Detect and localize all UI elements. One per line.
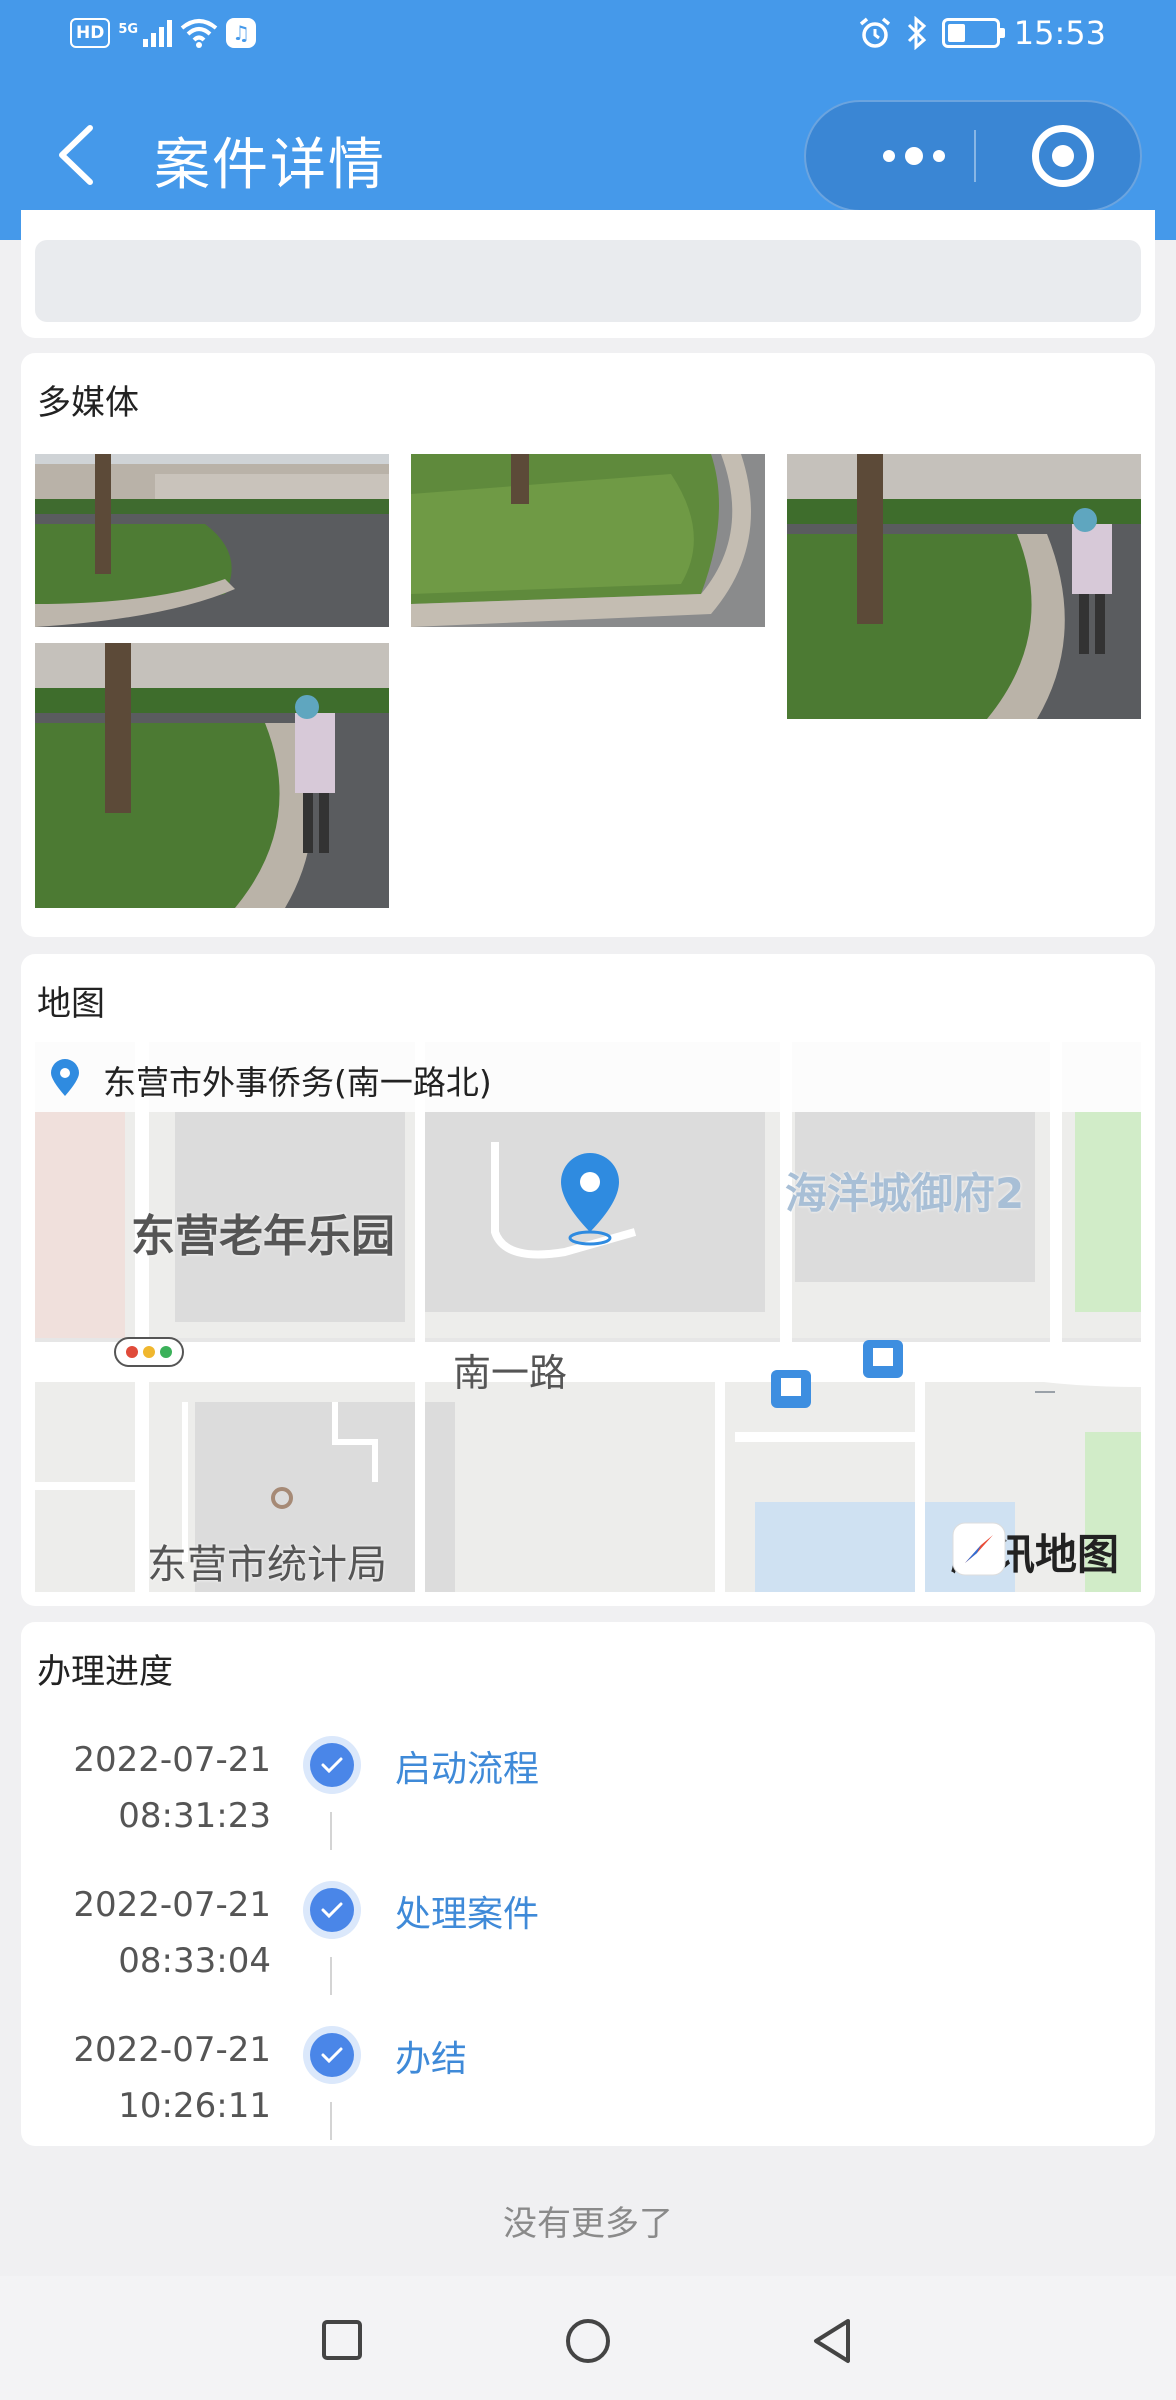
step-time: 08:31:23: [118, 1796, 271, 1836]
media-card: 多媒体: [21, 353, 1155, 937]
battery-icon: [941, 18, 1005, 48]
media-photo-4[interactable]: [35, 643, 389, 908]
progress-section-title: 办理进度: [37, 1652, 173, 1692]
close-miniprogram-icon[interactable]: [1032, 125, 1094, 187]
timeline-step: 2022-07-21 08:31:23 启动流程: [21, 1732, 1155, 1872]
step-label: 办结: [395, 2039, 468, 2080]
step-label: 启动流程: [395, 1749, 540, 1790]
capsule-divider: [974, 130, 976, 182]
map-label-estate: 海洋城御府2: [785, 1169, 1025, 1218]
wifi-icon: [180, 19, 218, 48]
address-text: 东营市外事侨务(南一路北): [103, 1063, 492, 1102]
no-more-text: 没有更多了: [503, 2204, 673, 2244]
map-section-title: 地图: [37, 984, 105, 1024]
system-navigation-bar: [0, 2276, 1176, 2400]
status-left-icons: HD 5G ♫: [70, 18, 257, 48]
step-time: 10:26:11: [118, 2086, 271, 2126]
timeline-step: 2022-07-21 08:33:04 处理案件: [21, 1877, 1155, 2017]
more-options-icon[interactable]: [854, 102, 974, 210]
map-label-road: 南一路: [453, 1351, 568, 1395]
back-nav-icon[interactable]: [808, 2316, 856, 2366]
status-bar: HD 5G ♫ 15:53: [0, 0, 1176, 74]
map-label-bureau: 东营市统计局: [147, 1542, 387, 1588]
clock: 15:53: [1013, 14, 1106, 52]
bluetooth-icon: [907, 16, 926, 50]
hd-badge: HD: [70, 18, 111, 48]
network-type: 5G: [118, 22, 139, 37]
step-date: 2022-07-21: [73, 1740, 271, 1780]
map-view[interactable]: 东营老年乐园 海洋城御府2 南一路 东营市统计局 东营市外事侨务(南一路北) 腾…: [35, 1042, 1141, 1592]
alarm-icon: [859, 17, 890, 48]
media-photo-2[interactable]: [411, 454, 765, 627]
check-icon: [303, 2026, 361, 2084]
compass-icon: [952, 1522, 1006, 1576]
music-app-icon: ♫: [226, 18, 257, 48]
text-area-placeholder: [35, 240, 1141, 322]
map-label-park: 东营老年乐园: [131, 1211, 395, 1262]
check-icon: [303, 1736, 361, 1794]
map-card: 地图 东营老年乐园 海洋城御府2 南一路 东营市统计局 东营市外事侨务(南一路北…: [21, 954, 1155, 1606]
step-date: 2022-07-21: [73, 1885, 271, 1925]
timeline-connector: [330, 1812, 332, 1850]
step-label: 处理案件: [395, 1894, 540, 1935]
media-section-title: 多媒体: [37, 383, 139, 423]
timeline-connector: [330, 1957, 332, 1995]
miniprogram-capsule: [804, 100, 1142, 212]
timeline-connector: [330, 2102, 332, 2140]
media-photo-1[interactable]: [35, 454, 389, 627]
recent-apps-icon[interactable]: [318, 2316, 366, 2364]
map-provider-logo: 腾讯地图: [951, 1521, 1119, 1582]
previous-section-card: [21, 210, 1155, 338]
status-right-icons: 15:53: [858, 14, 1106, 52]
step-time: 08:33:04: [118, 1941, 271, 1981]
media-photo-3[interactable]: [787, 454, 1141, 719]
map-canvas: [35, 1042, 1141, 1592]
timeline-step: 2022-07-21 10:26:11 办结: [21, 2022, 1155, 2162]
check-icon: [303, 1881, 361, 1939]
home-icon[interactable]: [563, 2316, 613, 2366]
signal-icon: 5G: [118, 19, 173, 47]
page-title: 案件详情: [154, 133, 386, 198]
location-pin-icon: [51, 1059, 79, 1096]
progress-card: 办理进度 2022-07-21 08:31:23 启动流程 2022-07-21…: [21, 1622, 1155, 2146]
step-date: 2022-07-21: [73, 2030, 271, 2070]
address-bar: 东营市外事侨务(南一路北): [35, 1042, 1141, 1112]
back-arrow-icon[interactable]: [52, 124, 104, 186]
